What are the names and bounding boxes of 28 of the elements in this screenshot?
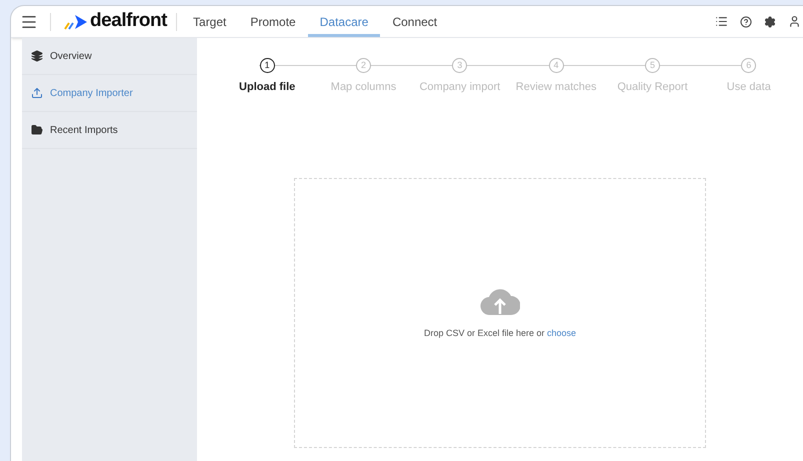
step-label: Quality Report — [617, 80, 688, 95]
step-label: Upload file — [239, 80, 296, 95]
help-icon[interactable] — [740, 16, 752, 28]
step-label: Map columns — [330, 80, 396, 95]
settings-icon[interactable] — [764, 16, 776, 28]
step-number: 6 — [741, 58, 756, 73]
step-number: 4 — [548, 58, 564, 73]
nav-tab[interactable]: Connect — [380, 6, 450, 37]
choose-link[interactable]: choose — [547, 328, 576, 338]
user-icon[interactable] — [788, 15, 801, 28]
step-number: 1 — [260, 58, 275, 73]
upload-icon — [31, 87, 43, 99]
step-label: Company import — [419, 80, 500, 95]
list-icon[interactable] — [715, 15, 728, 28]
step-label: Use data — [726, 80, 771, 95]
dropzone-text: Drop CSV or Excel file here or choose — [424, 326, 576, 340]
cloud-upload-icon — [480, 286, 520, 316]
step-number: 5 — [644, 58, 660, 73]
dropzone[interactable]: Drop CSV or Excel file here or choose — [294, 178, 706, 448]
step-label: Review matches — [516, 80, 596, 95]
step-number: 3 — [452, 58, 468, 73]
nav-tab[interactable]: Promote — [238, 6, 308, 37]
logo-icon — [63, 12, 89, 30]
step-number: 2 — [356, 58, 371, 73]
logo-text: dealfront — [90, 9, 168, 34]
folder-icon — [31, 124, 43, 136]
layers-icon — [31, 50, 43, 62]
nav-tab[interactable]: Target — [181, 6, 238, 37]
